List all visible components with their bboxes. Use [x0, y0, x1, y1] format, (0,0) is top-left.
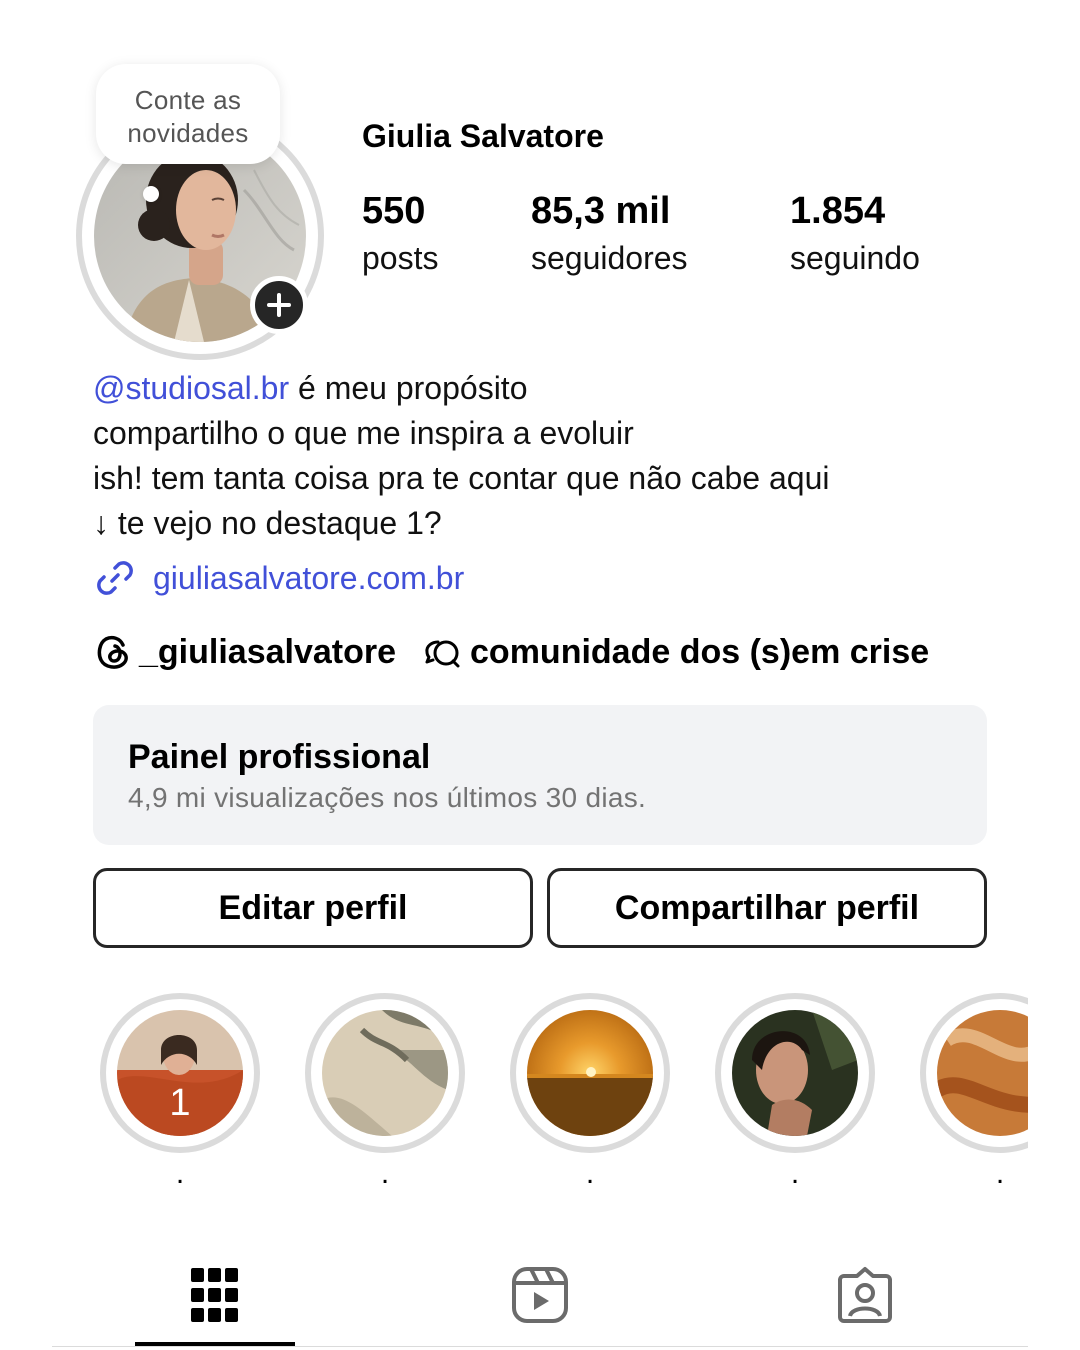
highlight-cover [732, 1010, 858, 1136]
highlight-cover [322, 1010, 448, 1136]
following-label[interactable]: seguindo [790, 240, 920, 277]
highlight-item[interactable]: . [305, 993, 465, 1189]
highlight-cover: 1 [117, 1010, 243, 1136]
tab-grid[interactable] [179, 1262, 251, 1328]
broadcast-channel-name: comunidade dos (s)em crise [470, 632, 930, 671]
bio-line-4: ↓ te vejo no destaque 1? [93, 505, 442, 541]
highlight-cover [527, 1010, 653, 1136]
highlight-item[interactable]: . [715, 993, 875, 1189]
threads-link[interactable]: _giuliasalvatore [93, 632, 396, 672]
reels-icon [512, 1267, 568, 1323]
highlight-item[interactable]: 1 . [100, 993, 260, 1189]
link-icon [97, 561, 133, 595]
followers-count[interactable]: 85,3 mil [531, 190, 670, 233]
website-link-text: giuliasalvatore.com.br [153, 559, 465, 596]
note-line-1: Conte as [134, 85, 242, 115]
website-link[interactable]: giuliasalvatore.com.br [93, 556, 464, 600]
dashboard-subtitle: 4,9 mi visualizações nos últimos 30 dias… [128, 782, 647, 813]
bio-mention-link[interactable]: @studiosal.br [93, 370, 289, 406]
bio-line1-text: é meu propósito [289, 370, 528, 406]
highlight-label: . [790, 1157, 800, 1190]
bio-line-3: ish! tem tanta coisa pra te contar que n… [93, 460, 830, 496]
grid-icon [191, 1268, 238, 1322]
posts-label[interactable]: posts [362, 240, 438, 277]
share-profile-button[interactable]: Compartilhar perfil [547, 868, 987, 948]
broadcast-channel-link[interactable]: comunidade dos (s)em crise [422, 632, 929, 672]
note-bubble-tail [143, 186, 159, 202]
note-bubble[interactable]: Conte as novidades [96, 64, 280, 164]
followers-label[interactable]: seguidores [531, 240, 688, 277]
plus-icon [267, 293, 291, 317]
add-story-button[interactable] [250, 276, 308, 334]
dashboard-title: Painel profissional [128, 738, 431, 776]
bio: @studiosal.br é meu propósito compartilh… [93, 366, 829, 546]
note-line-2: novidades [127, 118, 249, 148]
highlight-label: . [175, 1157, 185, 1190]
tab-reels[interactable] [504, 1262, 576, 1328]
chat-bubbles-icon [425, 640, 460, 668]
edit-profile-button[interactable]: Editar perfil [93, 868, 533, 948]
highlight-item[interactable]: . [510, 993, 670, 1189]
bio-line-2: compartilho o que me inspira a evoluir [93, 415, 634, 451]
highlight-overlay-text: 1 [169, 1082, 191, 1124]
posts-count[interactable]: 550 [362, 190, 425, 233]
story-highlights-row[interactable]: 1 . . . . . [0, 980, 1028, 1200]
threads-icon [97, 635, 128, 669]
profile-name: Giulia Salvatore [362, 118, 604, 154]
threads-handle: _giuliasalvatore [139, 632, 397, 671]
tab-tagged[interactable] [829, 1262, 901, 1328]
highlight-label: . [380, 1157, 390, 1190]
highlight-item[interactable]: . [920, 993, 1028, 1189]
tagged-person-icon [838, 1267, 892, 1323]
highlight-label: . [995, 1157, 1005, 1190]
following-count[interactable]: 1.854 [790, 190, 885, 233]
tab-divider [52, 1346, 1028, 1347]
social-links: _giuliasalvatore comunidade dos (s)em cr… [93, 632, 929, 672]
highlight-label: . [585, 1157, 595, 1190]
